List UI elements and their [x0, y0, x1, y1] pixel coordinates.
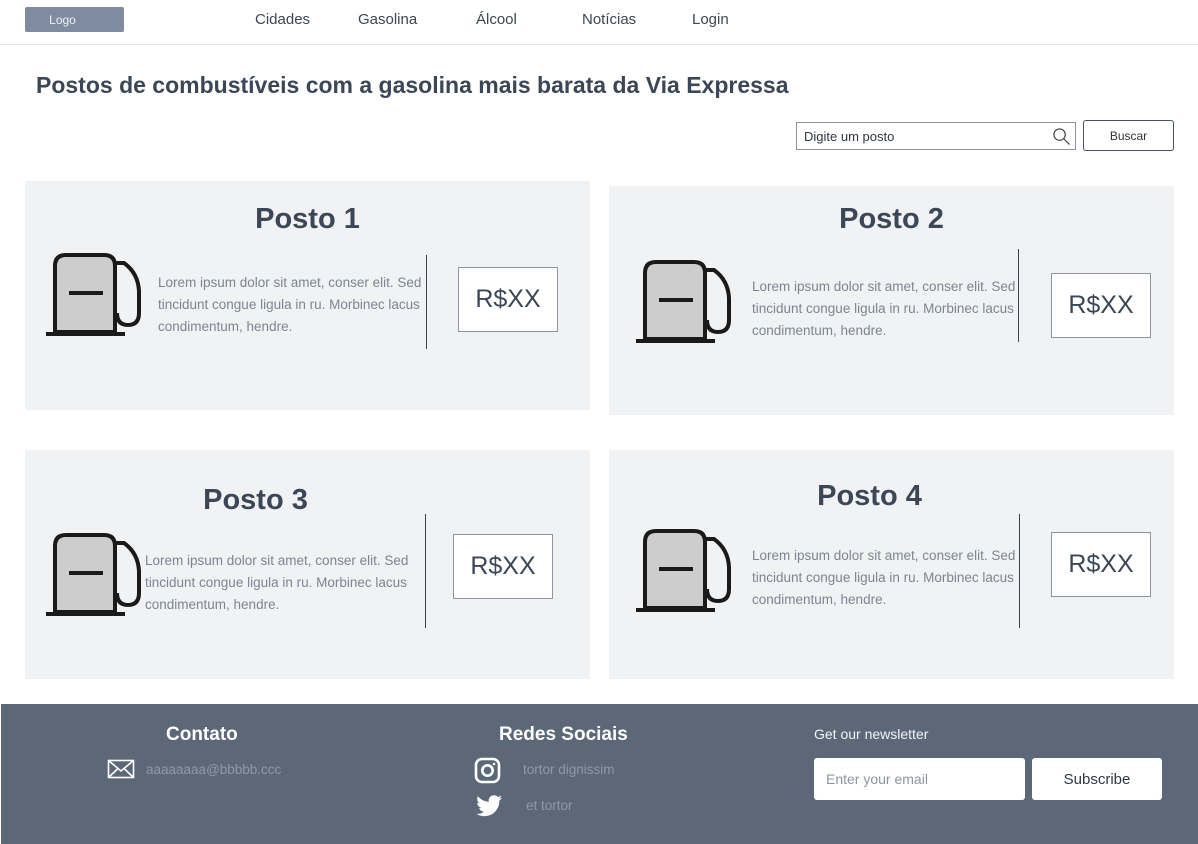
- price-box: R$XX: [453, 534, 553, 599]
- card-divider: [425, 514, 426, 628]
- nav-item-login[interactable]: Login: [692, 11, 729, 28]
- card-title: Posto 3: [203, 484, 308, 516]
- logo[interactable]: Logo: [25, 7, 124, 32]
- fuel-pump-icon: [636, 260, 731, 343]
- price-box: R$XX: [1051, 273, 1151, 338]
- search-icon[interactable]: [1052, 127, 1071, 146]
- social-heading: Redes Sociais: [499, 724, 628, 745]
- fuel-pump-icon: [636, 529, 731, 612]
- card-divider: [426, 255, 427, 349]
- top-nav: Logo Cidades Gasolina Álcool Notícias Lo…: [0, 0, 1198, 45]
- search-input[interactable]: [797, 123, 1054, 149]
- newsletter-heading: Get our newsletter: [814, 726, 929, 742]
- fuel-pump-icon: [46, 533, 141, 616]
- card-description: Lorem ipsum dolor sit amet, conser elit.…: [158, 275, 422, 334]
- nav-item-noticias[interactable]: Notícias: [582, 11, 636, 28]
- posto-card-4[interactable]: Posto 4 Lorem ipsum dolor sit amet, cons…: [609, 450, 1174, 679]
- instagram-icon[interactable]: [474, 757, 501, 784]
- price-box: R$XX: [458, 267, 558, 332]
- envelope-icon: [107, 759, 135, 779]
- nav-item-gasolina[interactable]: Gasolina: [358, 11, 417, 28]
- nav-item-alcool[interactable]: Álcool: [476, 11, 517, 28]
- newsletter-email-input[interactable]: [814, 758, 1025, 800]
- page-title: Postos de combustíveis com a gasolina ma…: [36, 72, 789, 98]
- search-button[interactable]: Buscar: [1083, 120, 1174, 151]
- search-box: [796, 122, 1076, 150]
- instagram-link[interactable]: tortor dignissim: [523, 762, 615, 777]
- contact-heading: Contato: [166, 724, 238, 745]
- card-title: Posto 4: [817, 480, 922, 512]
- card-title: Posto 2: [839, 203, 944, 235]
- fuel-pump-icon: [46, 253, 141, 336]
- card-title: Posto 1: [255, 203, 360, 235]
- subscribe-button[interactable]: Subscribe: [1032, 758, 1162, 800]
- twitter-link[interactable]: et tortor: [526, 798, 573, 813]
- card-description: Lorem ipsum dolor sit amet, conser elit.…: [752, 548, 1016, 607]
- card-description: Lorem ipsum dolor sit amet, conser elit.…: [145, 553, 409, 612]
- twitter-icon[interactable]: [477, 795, 503, 817]
- posto-card-2[interactable]: Posto 2 Lorem ipsum dolor sit amet, cons…: [609, 186, 1174, 415]
- contact-email[interactable]: aaaaaaaa@bbbbb.ccc: [146, 762, 281, 777]
- posto-card-3[interactable]: Posto 3 Lorem ipsum dolor sit amet, cons…: [25, 450, 590, 679]
- card-description: Lorem ipsum dolor sit amet, conser elit.…: [752, 279, 1016, 338]
- card-divider: [1018, 249, 1019, 342]
- posto-card-1[interactable]: Posto 1 Lorem ipsum dolor sit amet, cons…: [25, 181, 590, 410]
- price-box: R$XX: [1051, 532, 1151, 597]
- nav-item-cidades[interactable]: Cidades: [255, 11, 310, 28]
- card-divider: [1019, 514, 1020, 628]
